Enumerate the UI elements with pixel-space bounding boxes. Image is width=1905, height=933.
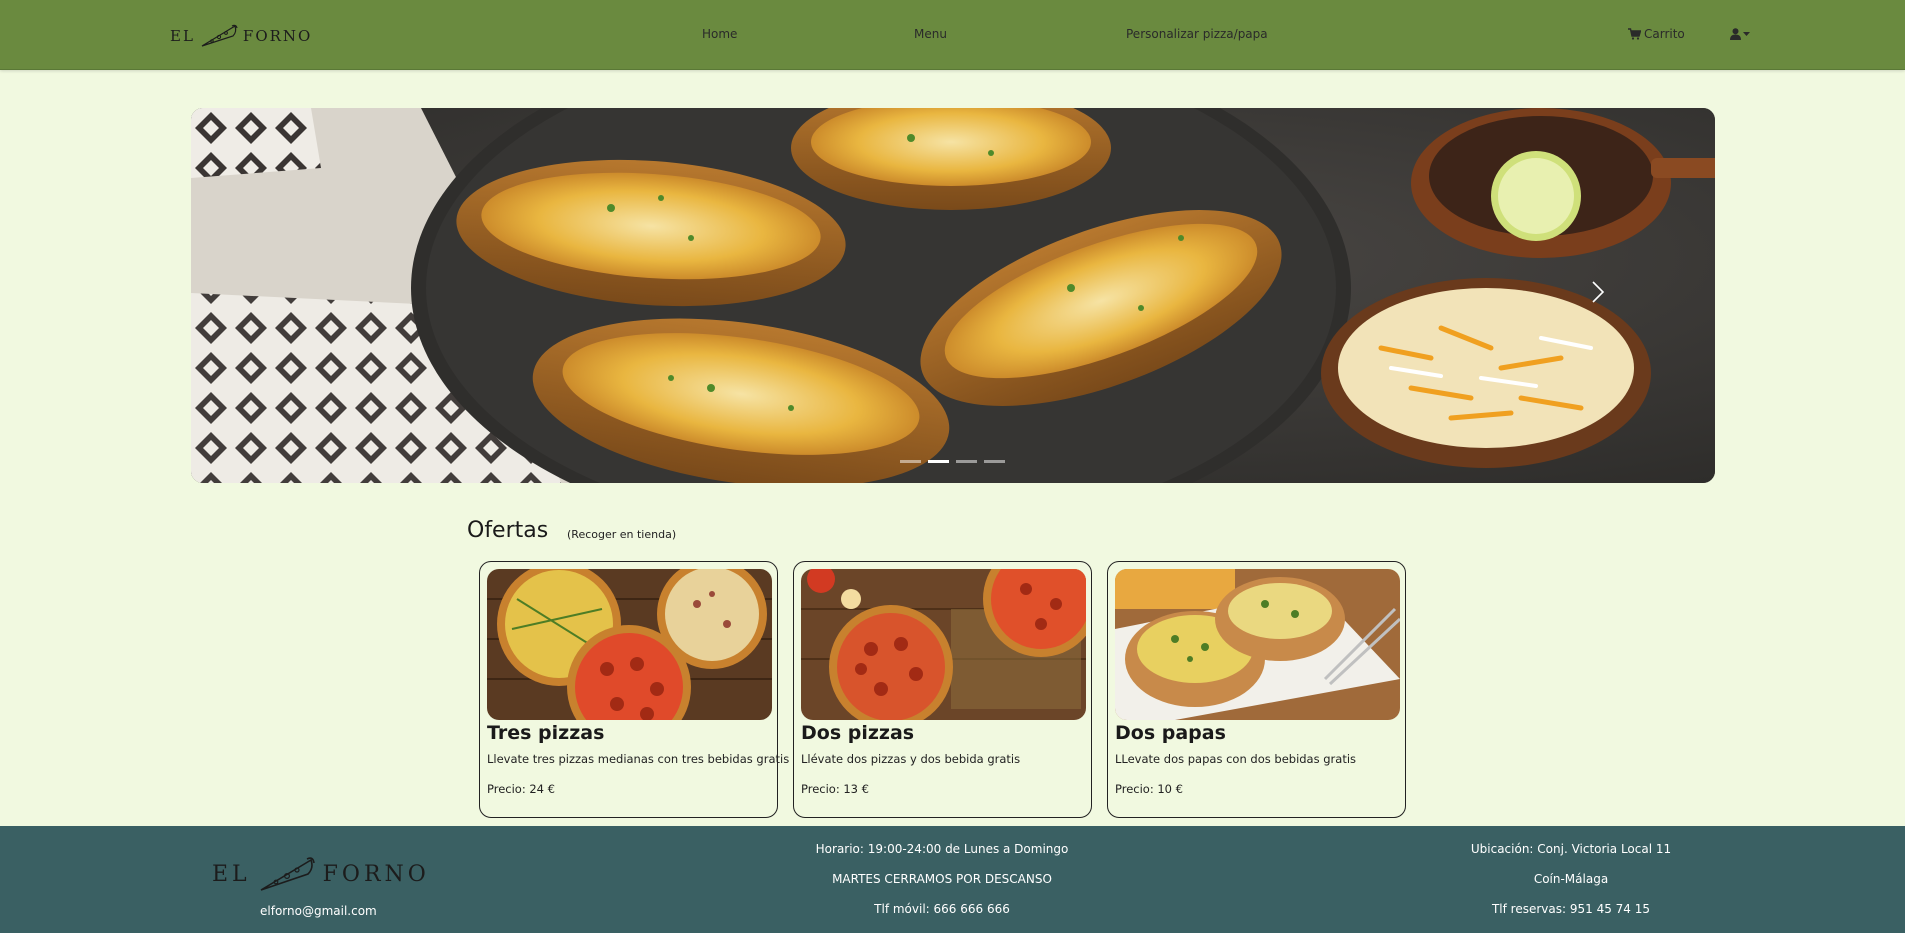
nav-customize-link[interactable]: Personalizar pizza/papa [1126, 27, 1268, 41]
user-icon [1730, 28, 1741, 40]
carousel-indicator[interactable] [984, 460, 1005, 463]
footer-city: Coín-Málaga [1533, 872, 1609, 886]
offers-heading: Ofertas [467, 518, 549, 543]
offer-description: Llevate tres pizzas medianas con tres be… [487, 752, 790, 766]
user-menu-dropdown[interactable] [1730, 28, 1750, 40]
footer-mobile-phone[interactable]: Tlf móvil: 666 666 666 [874, 902, 1010, 916]
offer-card[interactable]: Dos papas LLevate dos papas con dos bebi… [1107, 561, 1406, 818]
footer-brand-right: FORNO [322, 861, 430, 887]
footer-closed-notice: MARTES CERRAMOS POR DESCANSO [832, 872, 1052, 886]
carousel-indicators [900, 460, 1005, 463]
brand-text-right: FORNO [242, 27, 313, 45]
footer-brand-left: EL [212, 861, 251, 887]
footer-location: Ubicación: Conj. Victoria Local 11 [1470, 842, 1672, 856]
footer: EL FORNO elforno@gmail.com Horario: 19:0… [0, 826, 1905, 933]
offer-card[interactable]: Dos pizzas Llévate dos pizzas y dos bebi… [793, 561, 1092, 818]
offer-price: Precio: 13 € [801, 782, 869, 796]
offer-description: LLevate dos papas con dos bebidas gratis [1115, 752, 1357, 766]
brand-text-left: EL [170, 27, 195, 45]
carousel-indicator-active[interactable] [928, 460, 949, 463]
offer-title: Tres pizzas [487, 722, 605, 744]
carousel-next-button[interactable] [1586, 280, 1610, 310]
offer-image-two-potatoes [1115, 569, 1400, 720]
nav-cart-label: Carrito [1644, 27, 1685, 41]
offers-subtitle: (Recoger en tienda) [567, 528, 677, 541]
navbar: EL FORNO Home Menu Personalizar pizza/pa… [0, 0, 1905, 70]
nav-menu-link[interactable]: Menu [914, 27, 947, 41]
offer-price: Precio: 10 € [1115, 782, 1183, 796]
cart-icon [1628, 28, 1641, 40]
carousel-slide-image [191, 108, 1715, 483]
offer-description: Llévate dos pizzas y dos bebida gratis [801, 752, 1021, 766]
offer-card[interactable]: Tres pizzas Llevate tres pizzas medianas… [479, 561, 789, 818]
offer-title: Dos papas [1115, 722, 1226, 744]
footer-email[interactable]: elforno@gmail.com [260, 904, 377, 918]
nav-cart-link[interactable]: Carrito [1628, 27, 1685, 41]
hero-carousel [191, 108, 1715, 483]
offer-image-three-pizzas [487, 569, 772, 720]
brand-logo[interactable]: EL FORNO [170, 22, 312, 50]
footer-schedule: Horario: 19:00-24:00 de Lunes a Domingo [815, 842, 1069, 856]
pizza-slice-icon [260, 857, 315, 891]
footer-logo: EL FORNO [212, 854, 430, 894]
pizza-slice-icon [201, 24, 238, 47]
offer-price: Precio: 24 € [487, 782, 555, 796]
carousel-indicator[interactable] [956, 460, 977, 463]
chevron-right-icon [1592, 281, 1605, 303]
offer-title: Dos pizzas [801, 722, 915, 744]
footer-reservations-phone[interactable]: Tlf reservas: 951 45 74 15 [1492, 902, 1650, 916]
carousel-indicator[interactable] [900, 460, 921, 463]
nav-home-link[interactable]: Home [702, 27, 737, 41]
caret-down-icon [1743, 31, 1750, 36]
offer-image-two-pizzas [801, 569, 1086, 720]
